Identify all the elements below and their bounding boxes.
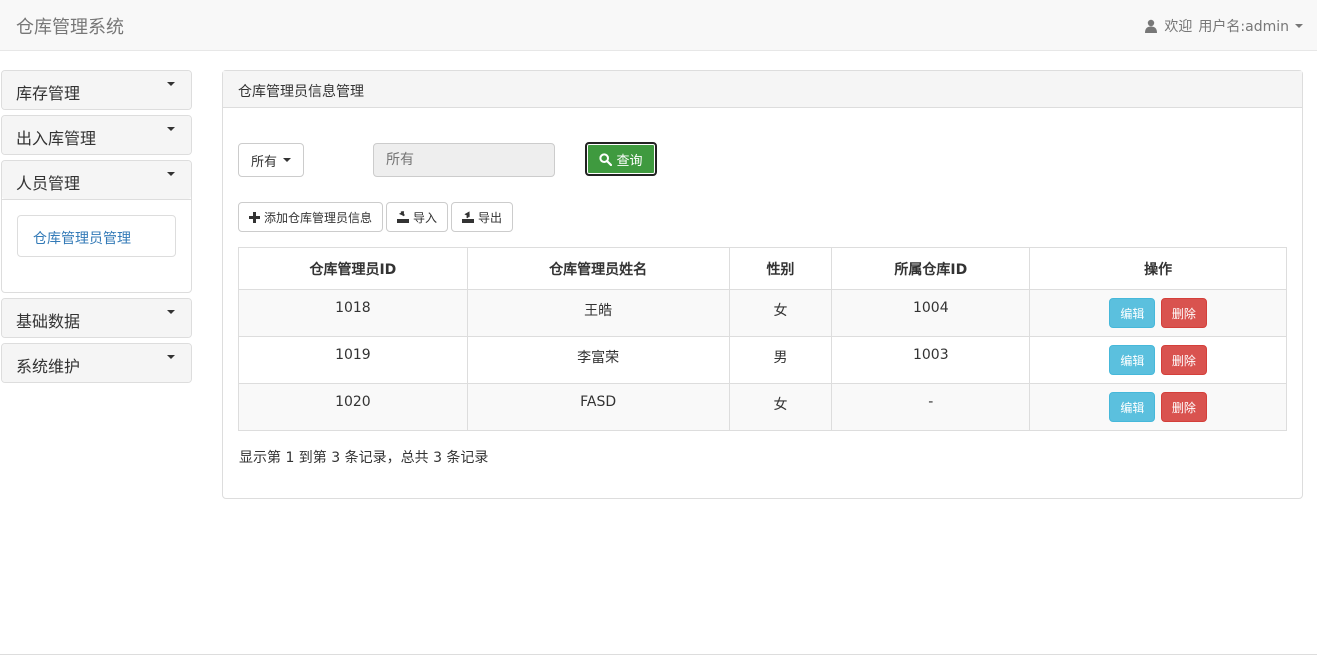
username-text: 用户名:admin <box>1198 19 1289 35</box>
caret-down-icon <box>167 355 175 359</box>
delete-button[interactable]: 删除 <box>1160 345 1207 375</box>
column-header[interactable]: 仓库管理员ID <box>238 247 468 290</box>
sidebar-group-label: 出入库管理 <box>16 129 97 148</box>
query-button[interactable]: 查询 <box>585 142 657 176</box>
sidebar-group-header[interactable]: 出入库管理 <box>2 116 191 154</box>
column-header[interactable]: 仓库管理员姓名 <box>466 247 730 290</box>
cell-repo: 1003 <box>831 336 1031 384</box>
sidebar-group-body: 仓库管理员管理 <box>2 199 191 292</box>
query-label: 查询 <box>616 153 643 169</box>
cell-name: 王皓 <box>466 289 730 337</box>
import-label: 导入 <box>413 210 438 225</box>
filter-dropdown[interactable]: 所有 <box>238 143 304 177</box>
plus-icon <box>249 211 260 223</box>
sidebar-group-base-data: 基础数据 <box>1 298 192 338</box>
filter-label: 所有 <box>250 154 277 170</box>
pagination-summary: 显示第 1 到第 3 条记录，总共 3 条记录 <box>239 450 489 466</box>
sidebar-group-label: 人员管理 <box>16 174 81 193</box>
cell-id: 1019 <box>238 336 468 384</box>
cell-repo: 1004 <box>831 289 1031 337</box>
export-icon <box>462 211 475 223</box>
export-label: 导出 <box>478 210 503 225</box>
sidebar-group-header[interactable]: 基础数据 <box>2 299 191 337</box>
cell-name: 李富荣 <box>466 336 730 384</box>
sidebar-group-inventory: 库存管理 <box>1 70 192 110</box>
add-admin-label: 添加仓库管理员信息 <box>264 210 373 225</box>
caret-down-icon <box>167 127 175 131</box>
toolbar: 添加仓库管理员信息 导入 导出 <box>238 202 514 232</box>
sidebar-group-label: 基础数据 <box>16 312 81 331</box>
column-header[interactable]: 性别 <box>728 247 833 290</box>
sidebar-group-header[interactable]: 库存管理 <box>2 71 191 109</box>
user-menu[interactable]: 欢迎 用户名:admin <box>1144 16 1303 36</box>
page-bottom-divider <box>0 654 1317 655</box>
cell-actions: 编辑 删除 <box>1029 336 1287 384</box>
user-icon <box>1145 19 1158 33</box>
column-header: 操作 <box>1029 247 1287 290</box>
cell-actions: 编辑 删除 <box>1029 383 1287 431</box>
sidebar-group-label: 库存管理 <box>16 84 81 103</box>
table-row: 1019 李富荣 男 1003 编辑 删除 <box>238 336 1287 384</box>
cell-sex: 女 <box>728 383 833 431</box>
table-header-row: 仓库管理员ID 仓库管理员姓名 性别 所属仓库ID 操作 <box>238 247 1287 290</box>
cell-sex: 女 <box>728 289 833 337</box>
caret-down-icon <box>167 172 175 176</box>
sidebar-item-repo-admin[interactable]: 仓库管理员管理 <box>17 215 176 257</box>
app-title[interactable]: 仓库管理系统 <box>16 13 124 39</box>
sidebar-group-maintenance: 系统维护 <box>1 343 192 383</box>
edit-button[interactable]: 编辑 <box>1109 298 1156 328</box>
cell-actions: 编辑 删除 <box>1029 289 1287 337</box>
table-row: 1020 FASD 女 - 编辑 删除 <box>238 383 1287 431</box>
welcome-text: 欢迎 <box>1164 19 1193 35</box>
sidebar-group-personnel: 人员管理 仓库管理员管理 <box>1 160 192 293</box>
sidebar: 库存管理 出入库管理 人员管理 仓库管理员管理 基础数据 系统维护 <box>1 70 192 388</box>
edit-button[interactable]: 编辑 <box>1109 345 1156 375</box>
caret-down-icon <box>167 310 175 314</box>
top-navbar: 仓库管理系统 欢迎 用户名:admin <box>0 0 1317 51</box>
cell-repo: - <box>831 383 1031 431</box>
cell-sex: 男 <box>728 336 833 384</box>
delete-button[interactable]: 删除 <box>1160 392 1207 422</box>
search-input[interactable] <box>373 143 555 177</box>
cell-id: 1018 <box>238 289 468 337</box>
search-icon <box>599 152 613 166</box>
edit-button[interactable]: 编辑 <box>1109 392 1156 422</box>
sidebar-group-header[interactable]: 系统维护 <box>2 344 191 382</box>
delete-button[interactable]: 删除 <box>1160 298 1207 328</box>
import-button[interactable]: 导入 <box>386 202 449 232</box>
caret-down-icon <box>283 158 291 162</box>
chevron-down-icon <box>1295 24 1303 28</box>
table-row: 1018 王皓 女 1004 编辑 删除 <box>238 289 1287 337</box>
panel-title: 仓库管理员信息管理 <box>223 71 1302 108</box>
import-icon <box>397 211 410 223</box>
cell-id: 1020 <box>238 383 468 431</box>
main-panel: 仓库管理员信息管理 所有 查询 添加仓库管理员信息 导入 <box>222 70 1303 499</box>
caret-down-icon <box>167 82 175 86</box>
column-header[interactable]: 所属仓库ID <box>831 247 1031 290</box>
export-button[interactable]: 导出 <box>451 202 514 232</box>
add-admin-button[interactable]: 添加仓库管理员信息 <box>238 202 384 232</box>
cell-name: FASD <box>466 383 730 431</box>
admin-table: 仓库管理员ID 仓库管理员姓名 性别 所属仓库ID 操作 1018 王皓 女 1… <box>238 247 1287 431</box>
sidebar-group-label: 系统维护 <box>16 357 81 376</box>
sidebar-group-header[interactable]: 人员管理 <box>2 161 191 199</box>
sidebar-group-stock-io: 出入库管理 <box>1 115 192 155</box>
